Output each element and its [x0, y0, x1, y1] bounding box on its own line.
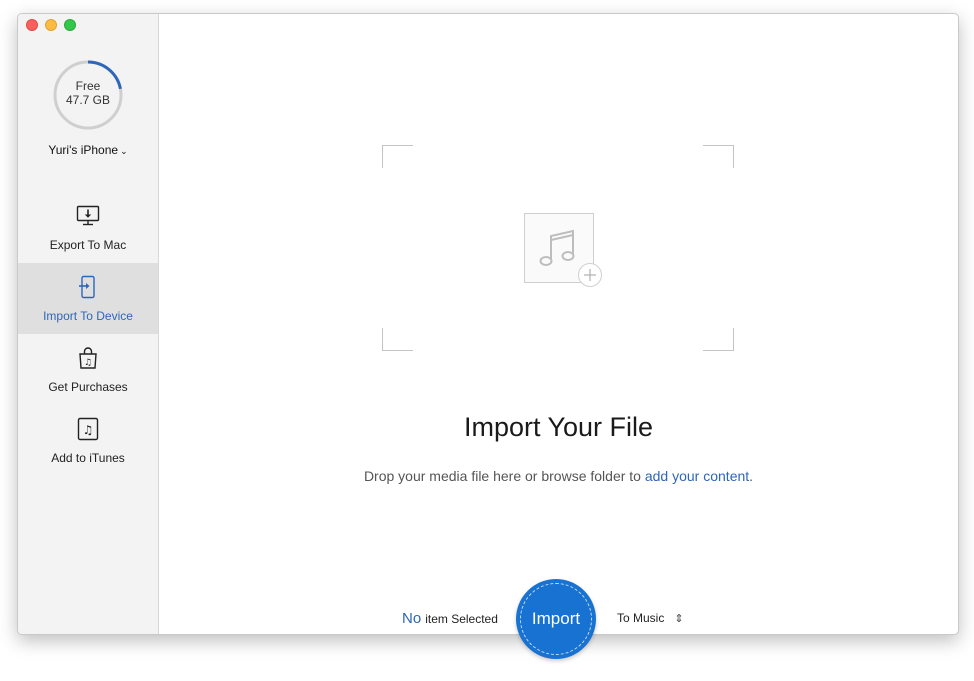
minimize-window-button[interactable] — [45, 19, 57, 31]
storage-label: Free — [75, 79, 101, 93]
sidebar-item-label: Export To Mac — [49, 238, 127, 252]
destination-label: To Music — [617, 611, 665, 625]
storage-gauge: Free 47.7 GB — [52, 59, 124, 131]
app-window: Free 47.7 GB Yuri's iPhone ⌄ Export To Ma… — [17, 13, 959, 659]
music-note-icon: ♫ — [77, 417, 99, 441]
up-down-chevron-icon: ⇕ — [674, 613, 684, 625]
destination-selector[interactable]: To Music ⇕ — [617, 611, 684, 625]
drop-zone-corner — [382, 328, 413, 351]
import-button[interactable]: Import — [516, 579, 596, 659]
drop-zone-corner — [382, 145, 413, 168]
drop-instructions: Drop your media file here or browse fold… — [159, 468, 958, 484]
instructions-period: . — [749, 468, 754, 484]
drop-zone-corner — [703, 328, 734, 351]
sidebar-item-add-to-itunes[interactable]: ♫ Add to iTunes — [18, 405, 158, 476]
page-title: Import Your File — [463, 412, 654, 442]
sidebar-item-get-purchases[interactable]: ♫ Get Purchases — [18, 334, 158, 405]
import-button-label: Import — [531, 609, 581, 628]
import-arrow-icon — [79, 275, 95, 299]
sidebar-item-label: Add to iTunes — [51, 451, 125, 465]
sidebar: Free 47.7 GB Yuri's iPhone ⌄ Export To Ma… — [18, 14, 159, 634]
add-content-link[interactable]: add your content — [645, 468, 749, 484]
device-selector[interactable]: Yuri's iPhone ⌄ — [18, 143, 158, 157]
instructions-text: Drop your media file here or browse fold… — [363, 468, 645, 484]
chevron-down-icon: ⌄ — [120, 146, 128, 156]
storage-value: 47.7 GB — [65, 93, 111, 107]
add-icon — [578, 263, 602, 287]
selection-text: item Selected — [425, 612, 498, 626]
svg-text:♫: ♫ — [84, 358, 92, 368]
sidebar-item-import-to-device[interactable]: Import To Device — [18, 263, 158, 334]
selection-status: No item Selected — [402, 610, 498, 627]
selection-count: No — [402, 610, 422, 627]
monitor-download-icon — [76, 205, 100, 226]
sidebar-item-export-to-mac[interactable]: Export To Mac — [18, 192, 158, 263]
drop-zone-corner — [703, 145, 734, 168]
svg-text:♫: ♫ — [83, 423, 94, 437]
close-window-button[interactable] — [26, 19, 38, 31]
maximize-window-button[interactable] — [64, 19, 76, 31]
storage-text: Free 47.7 GB — [52, 79, 124, 107]
sidebar-item-label: Get Purchases — [48, 380, 128, 394]
shopping-bag-icon: ♫ — [79, 347, 97, 369]
main-content: Import Your File Drop your media file he… — [159, 14, 958, 659]
device-name: Yuri's iPhone — [48, 143, 119, 157]
sidebar-item-label: Import To Device — [43, 309, 133, 323]
